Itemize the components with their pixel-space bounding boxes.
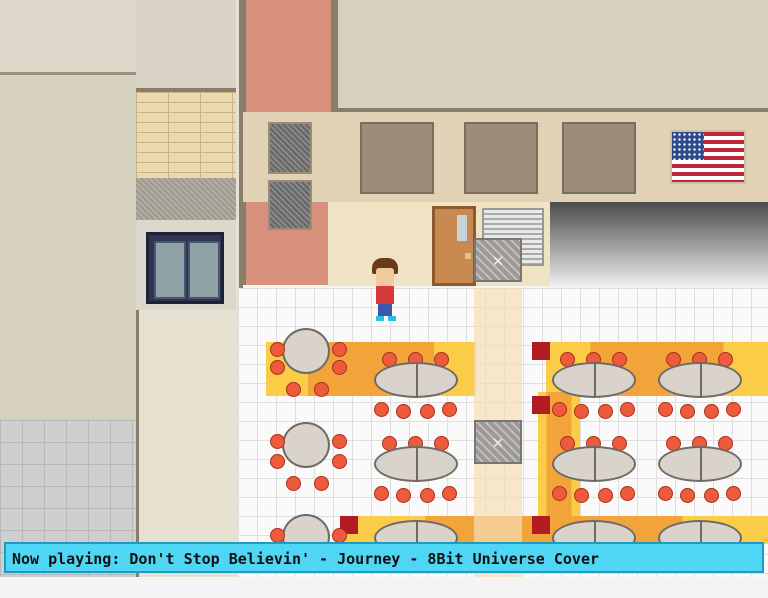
round-table[interactable] [268, 416, 348, 506]
cafeteria-table[interactable] [368, 350, 464, 432]
round-table[interactable] [268, 322, 348, 412]
wall-panel [360, 122, 434, 194]
cafeteria-roof [334, 0, 768, 112]
now-playing-text: Now playing: Don't Stop Believin' - Jour… [12, 550, 599, 568]
hallway-roof [136, 0, 236, 92]
cafeteria-table[interactable] [652, 350, 748, 432]
american-flag-icon [670, 130, 746, 184]
x-marker-icon[interactable]: ✕ [474, 238, 522, 282]
double-door[interactable] [146, 232, 224, 304]
wall-panel [562, 122, 636, 194]
cafeteria-table[interactable] [652, 434, 748, 516]
cafeteria-table[interactable] [546, 350, 642, 432]
kitchen-opening [550, 202, 768, 288]
wall-panel [464, 122, 538, 194]
player-character[interactable] [370, 258, 402, 322]
x-marker-icon[interactable]: ✕ [474, 420, 522, 464]
left-building-roof [0, 0, 142, 420]
wooden-door[interactable] [432, 206, 476, 286]
cafeteria-table[interactable] [546, 434, 642, 516]
wall-vent [268, 122, 312, 174]
now-playing-bar: Now playing: Don't Stop Believin' - Jour… [4, 542, 764, 573]
brick-wall [136, 92, 236, 178]
wall-vent [268, 180, 312, 230]
entry-mat [136, 178, 236, 220]
cafeteria-table[interactable] [368, 434, 464, 516]
